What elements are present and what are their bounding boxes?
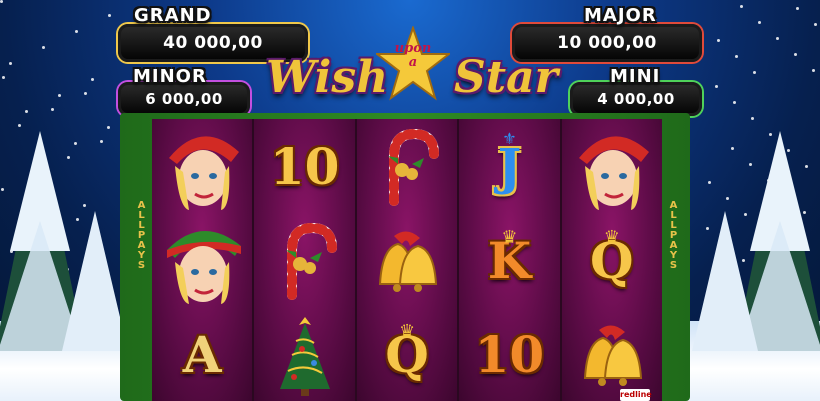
crown-icon: ♛ bbox=[501, 227, 518, 248]
snowflake bbox=[814, 23, 817, 26]
brand-logo: redline bbox=[620, 389, 652, 401]
snowflake bbox=[796, 7, 799, 10]
elf-girl-icon bbox=[578, 136, 649, 210]
reel-cell: 10 bbox=[254, 119, 354, 213]
ten-icon: 10 bbox=[474, 324, 545, 384]
ten-icon: 10 bbox=[269, 136, 340, 196]
reel-4: ⚜ J ♛ K 10 bbox=[459, 119, 560, 401]
crown-icon: ♛ bbox=[398, 321, 416, 342]
reel-cell: 10 bbox=[459, 307, 559, 401]
logo-upon-a: upon a bbox=[383, 42, 443, 70]
crown-icon: ♛ bbox=[603, 227, 620, 248]
snowflake bbox=[2, 76, 5, 79]
reel-cell: ♛ Q bbox=[357, 307, 457, 401]
logo-upon: upon bbox=[394, 41, 432, 56]
snowflake bbox=[758, 21, 761, 24]
logo-star: Star bbox=[454, 52, 558, 103]
snowflake bbox=[733, 101, 736, 104]
snowflake bbox=[51, 108, 54, 111]
snowflake bbox=[75, 30, 78, 33]
candy-cane-icon bbox=[285, 222, 337, 300]
snowflake bbox=[751, 117, 754, 120]
mini-jackpot-value: 4 000,00 bbox=[597, 90, 675, 108]
snowflake bbox=[107, 126, 110, 129]
mini-jackpot-label: MINI bbox=[610, 66, 661, 87]
reel-cell bbox=[254, 307, 354, 401]
snowflake bbox=[84, 92, 87, 95]
snowflake bbox=[794, 53, 797, 56]
elf-girl-icon bbox=[167, 230, 242, 304]
logo-wish: Wish bbox=[266, 52, 389, 103]
snowflake bbox=[25, 110, 28, 113]
mini-jackpot-panel: 4 000,00 bbox=[570, 82, 702, 116]
minor-jackpot-value: 6 000,00 bbox=[145, 90, 223, 108]
snowflake bbox=[91, 78, 94, 81]
minor-jackpot-label: MINOR bbox=[133, 66, 207, 87]
snowflake bbox=[740, 5, 743, 8]
snowflake bbox=[776, 37, 779, 40]
reel-cell bbox=[152, 213, 252, 307]
snowflake bbox=[726, 197, 729, 200]
ace-icon: A bbox=[182, 324, 222, 384]
snowflake bbox=[18, 124, 21, 127]
bells-icon bbox=[583, 325, 642, 386]
snowflake bbox=[42, 46, 45, 49]
snowflake bbox=[708, 181, 711, 184]
snowflake bbox=[58, 94, 61, 97]
snowflake bbox=[735, 55, 738, 58]
snowflake bbox=[0, 0, 3, 3]
logo-a: a bbox=[408, 55, 418, 70]
christmas-tree-icon bbox=[279, 317, 330, 396]
reel-cell bbox=[357, 213, 457, 307]
reel-cell: ♛ K bbox=[459, 213, 559, 307]
allpays-label-right: ALLPAYS bbox=[668, 200, 679, 270]
reel-cell bbox=[562, 119, 662, 213]
snowflake bbox=[100, 140, 103, 143]
reel-cell: ♛ Q bbox=[562, 213, 662, 307]
reel-5: ♛ Q bbox=[561, 119, 663, 401]
snowflake bbox=[753, 71, 756, 74]
snowflake bbox=[9, 62, 12, 65]
bells-icon bbox=[378, 231, 438, 292]
snowflake bbox=[108, 14, 111, 17]
fleur-de-lis-icon: ⚜ bbox=[502, 129, 517, 148]
snowflake bbox=[715, 85, 718, 88]
reel-2: 10 bbox=[254, 119, 355, 401]
major-jackpot-label: MAJOR bbox=[584, 5, 657, 26]
reel-cell bbox=[254, 213, 354, 307]
snowflake bbox=[812, 69, 815, 72]
pine-tree-right-small bbox=[690, 211, 760, 361]
reel-grid: A 10 ♛ Q ⚜ J ♛ K 10 ♛ Q bbox=[152, 119, 663, 401]
reel-cell: ⚜ J bbox=[459, 119, 559, 213]
minor-jackpot-panel: 6 000,00 bbox=[118, 82, 250, 116]
allpays-label-left: ALLPAYS bbox=[136, 200, 147, 270]
candy-cane-icon bbox=[388, 128, 440, 206]
reel-cell bbox=[152, 119, 252, 213]
elf-girl-icon bbox=[169, 136, 240, 210]
reel-1: A bbox=[152, 119, 253, 401]
reel-3: ♛ Q bbox=[356, 119, 458, 401]
grand-jackpot-label: GRAND bbox=[134, 5, 212, 26]
reel-cell: A bbox=[152, 307, 252, 401]
snowflake bbox=[717, 39, 720, 42]
game-logo: Wish upon a Star bbox=[258, 26, 564, 114]
reel-cell bbox=[562, 307, 662, 401]
reel-cell bbox=[357, 119, 457, 213]
